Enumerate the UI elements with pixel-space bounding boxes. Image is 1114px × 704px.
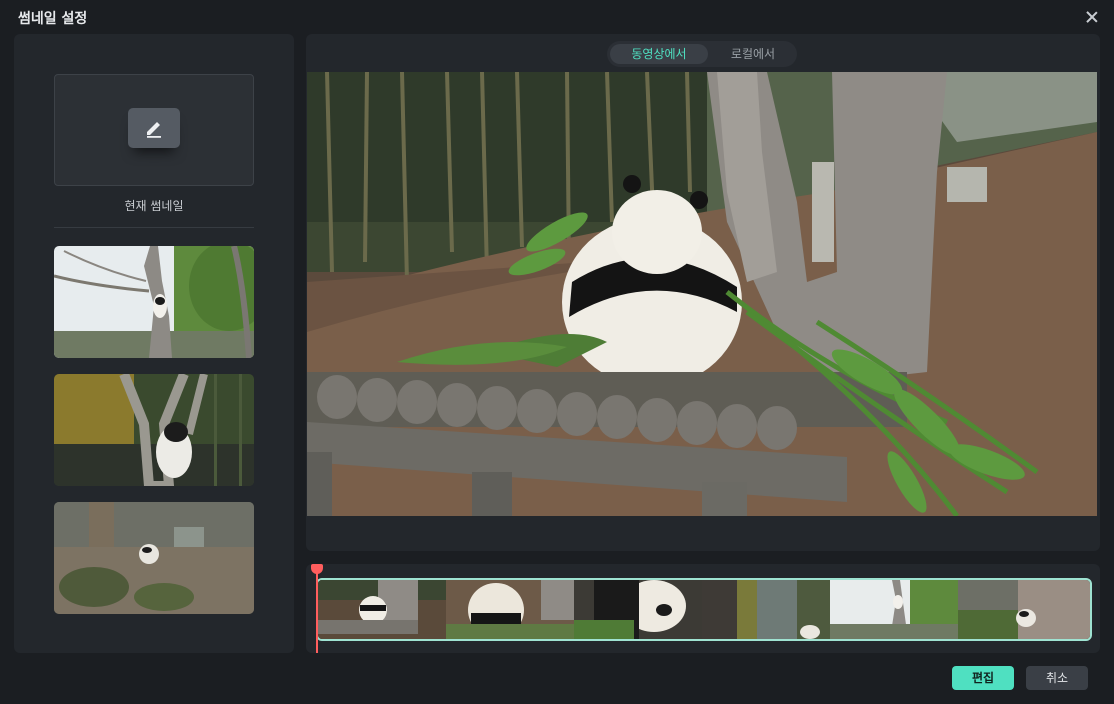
thumbnail-option-2[interactable] <box>54 374 254 486</box>
dialog-title: 썸네일 설정 <box>18 11 88 27</box>
thumbnail-sidebar: 현재 썸네일 <box>14 34 294 653</box>
tab-from-video[interactable]: 동영상에서 <box>610 44 708 64</box>
frame-thumbnail <box>318 580 446 639</box>
timeline-panel <box>306 564 1100 653</box>
cancel-button[interactable]: 취소 <box>1026 666 1088 690</box>
frame-thumbnail <box>574 580 702 639</box>
frame-thumbnail <box>830 580 958 639</box>
preview-panel: 동영상에서 로컬에서 <box>306 34 1100 551</box>
thumbnail-option-3[interactable] <box>54 502 254 614</box>
video-preview-image <box>307 72 1097 516</box>
divider <box>54 227 254 228</box>
current-thumbnail <box>54 74 254 186</box>
source-tabs: 동영상에서 로컬에서 <box>607 41 797 67</box>
edit-thumbnail-button[interactable] <box>128 108 180 148</box>
close-icon[interactable] <box>1082 7 1102 27</box>
frame-strip[interactable] <box>316 578 1092 641</box>
frame-thumbnail <box>958 580 1090 639</box>
title-bar: 썸네일 설정 <box>0 0 1114 34</box>
current-thumbnail-label: 현재 썸네일 <box>124 199 184 213</box>
playhead-handle[interactable] <box>311 564 323 574</box>
thumbnail-option-1[interactable] <box>54 246 254 358</box>
pencil-icon <box>147 122 161 138</box>
tab-from-local[interactable]: 로컬에서 <box>713 44 793 64</box>
playhead[interactable] <box>316 570 318 653</box>
edit-button[interactable]: 편집 <box>952 666 1014 690</box>
frame-thumbnail <box>446 580 574 639</box>
frame-thumbnail <box>702 580 830 639</box>
